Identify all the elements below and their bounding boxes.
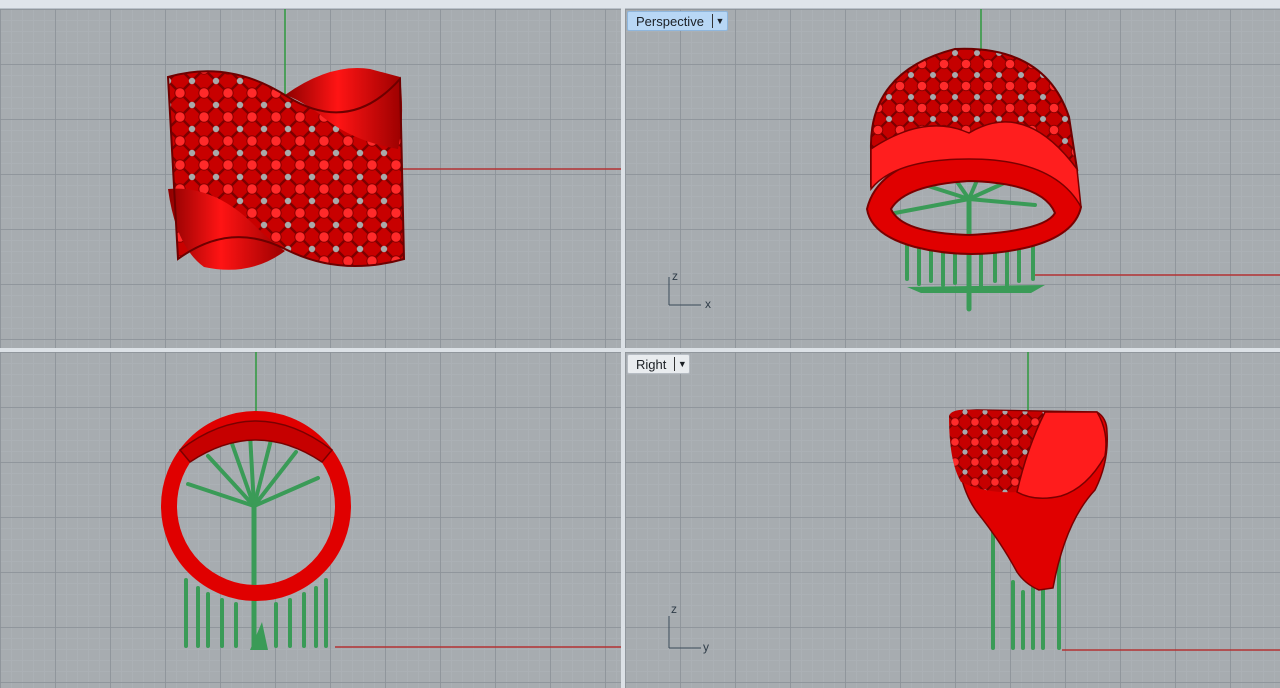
axis-label-horizontal: x bbox=[705, 297, 711, 311]
viewport-splitter-horizontal[interactable] bbox=[0, 348, 1280, 352]
chevron-down-icon[interactable]: ▼ bbox=[675, 359, 689, 369]
axis-label-horizontal: y bbox=[703, 640, 709, 654]
axis-triad-icon: z x bbox=[665, 269, 725, 311]
viewport-tab-perspective[interactable]: Perspective ▼ bbox=[627, 11, 728, 31]
viewport-tab-right[interactable]: Right ▼ bbox=[627, 354, 691, 374]
chevron-down-icon[interactable]: ▼ bbox=[713, 16, 727, 26]
viewport-front[interactable] bbox=[0, 9, 621, 348]
viewport-right[interactable]: Right ▼ z y bbox=[625, 352, 1280, 688]
side-view-scene bbox=[161, 352, 621, 650]
axis-label-vertical: z bbox=[672, 269, 678, 283]
viewport-side[interactable] bbox=[0, 352, 621, 688]
axis-triad-icon: z y bbox=[665, 602, 725, 654]
rhino-workspace: Perspective ▼ z x Right ▼ z y bbox=[0, 0, 1280, 688]
ring-top-band bbox=[178, 420, 334, 463]
axis-label-vertical: z bbox=[671, 602, 677, 616]
viewport-title: Perspective bbox=[636, 13, 704, 29]
front-view-scene bbox=[166, 9, 621, 270]
top-toolbar-edge bbox=[0, 0, 1280, 9]
support-structure bbox=[184, 432, 328, 649]
viewport-perspective[interactable]: Perspective ▼ z x bbox=[625, 9, 1280, 348]
viewport-title: Right bbox=[636, 356, 667, 372]
